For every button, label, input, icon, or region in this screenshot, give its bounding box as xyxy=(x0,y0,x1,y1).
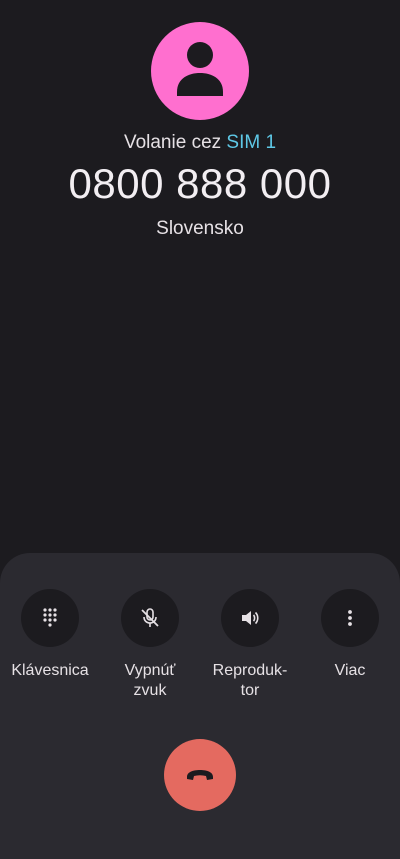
mute-circle[interactable] xyxy=(121,589,179,647)
contact-avatar xyxy=(151,22,249,120)
dialpad-circle[interactable] xyxy=(21,589,79,647)
speaker-label: Reproduk- tor xyxy=(212,662,288,699)
more-label: Viac xyxy=(334,662,366,679)
mute-label: Vypnúť zvuk xyxy=(124,662,176,699)
sim-indicator: Volanie cez SIM 1 xyxy=(0,132,400,154)
sim-name: SIM 1 xyxy=(226,132,277,153)
more-vert-icon xyxy=(348,610,352,626)
sim-prefix: Volanie cez xyxy=(123,132,227,153)
in-call-screen: Volanie cez SIM 1 0800 888 000 Slovensko xyxy=(0,0,400,859)
person-icon xyxy=(177,42,223,96)
call-end-icon xyxy=(187,770,213,780)
dialpad-icon xyxy=(43,608,57,627)
call-controls-panel: Klávesnica Vypnúť zvuk Reproduk- tor Via… xyxy=(0,553,400,859)
phone-number: 0800 888 000 xyxy=(68,160,332,207)
mic-off-icon xyxy=(141,608,159,627)
more-button[interactable]: Viac xyxy=(300,589,400,681)
dialpad-button[interactable]: Klávesnica xyxy=(0,589,100,681)
speaker-circle[interactable] xyxy=(221,589,279,647)
mute-button[interactable]: Vypnúť zvuk xyxy=(100,589,200,701)
more-circle[interactable] xyxy=(321,589,379,647)
end-call-button[interactable] xyxy=(164,739,236,811)
speaker-button[interactable]: Reproduk- tor xyxy=(200,589,300,701)
dialpad-label: Klávesnica xyxy=(11,662,89,679)
speaker-icon xyxy=(242,611,259,625)
call-location: Slovensko xyxy=(156,218,244,239)
